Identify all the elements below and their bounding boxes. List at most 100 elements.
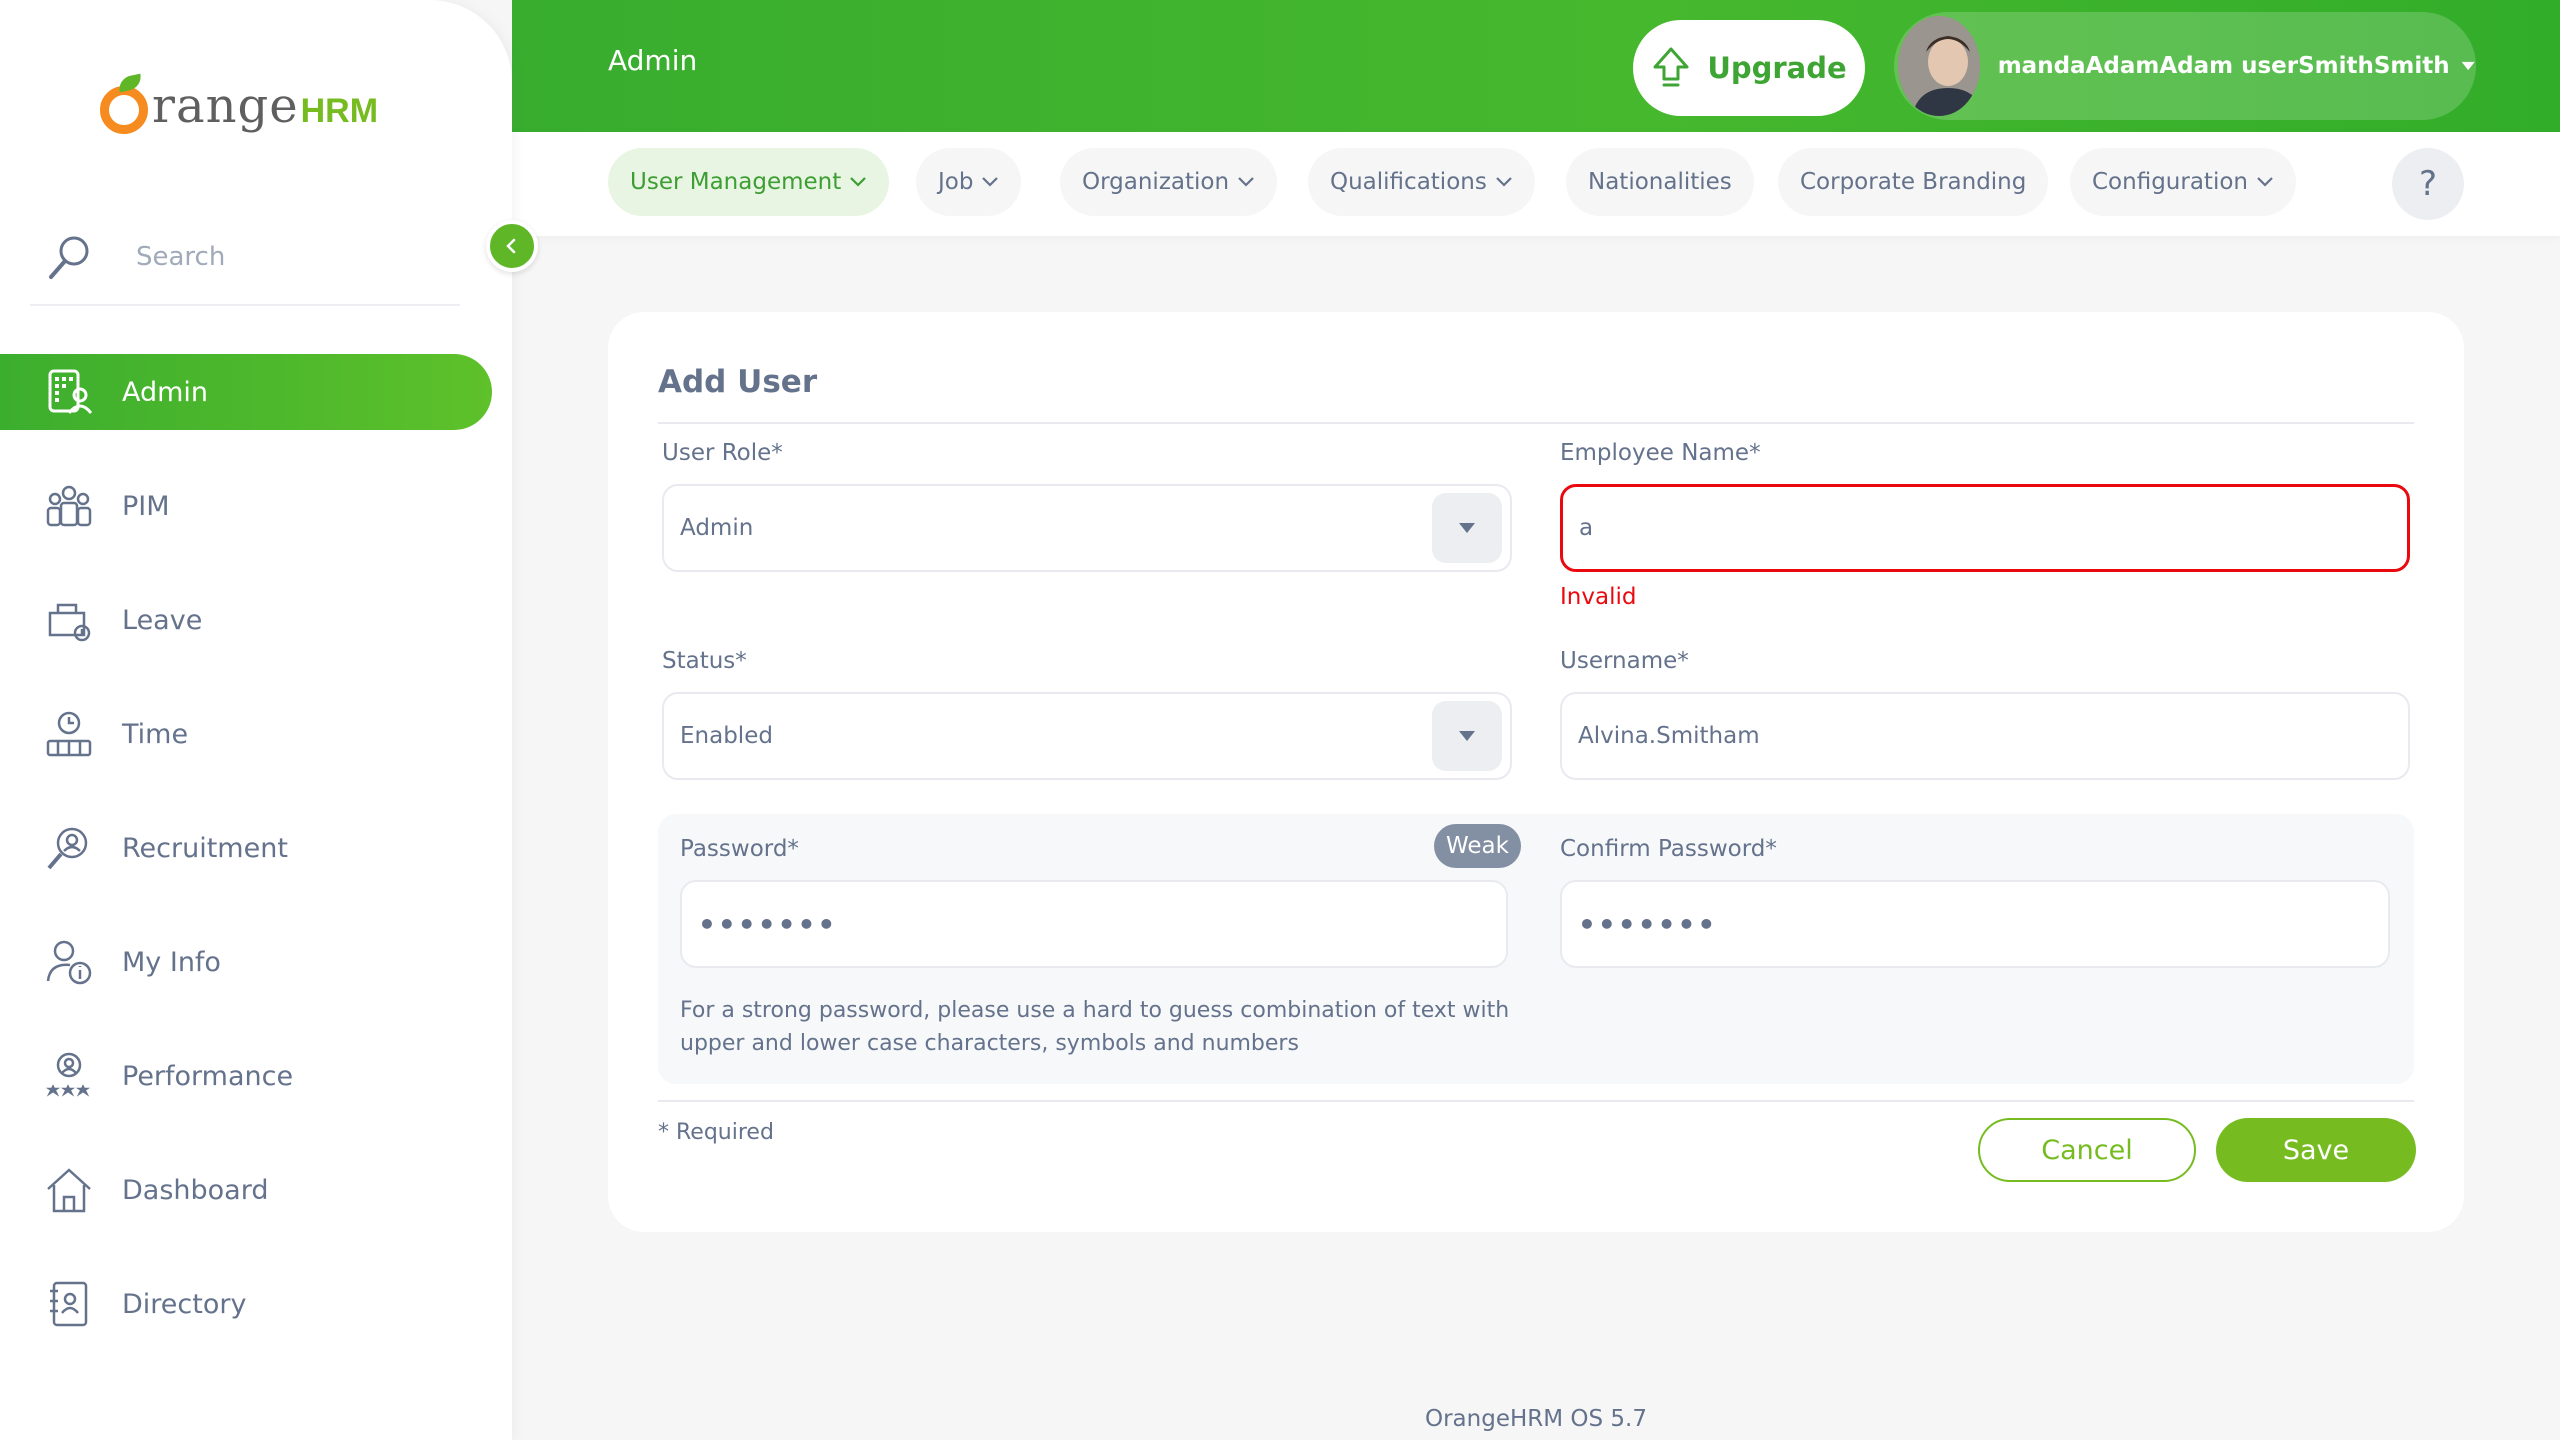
tab-label: Organization (1082, 169, 1230, 195)
password-input[interactable] (680, 880, 1508, 968)
admin-icon (48, 369, 93, 414)
user-dropdown[interactable]: mandaAdamAdam userSmithSmith (1894, 12, 2476, 120)
dashboard-icon (47, 1168, 91, 1213)
status-select[interactable]: Enabled (662, 692, 1512, 780)
tab-label: Qualifications (1330, 169, 1487, 195)
upgrade-label: Upgrade (1707, 51, 1847, 85)
tab-label: Configuration (2092, 169, 2248, 195)
save-button[interactable]: Save (2216, 1118, 2416, 1182)
tab-nationalities[interactable]: Nationalities (1566, 148, 1754, 216)
brand-logo[interactable]: range HRM (96, 56, 378, 136)
leave-icon (48, 603, 91, 642)
password-strength-badge: Weak (1434, 824, 1521, 868)
sidebar-item-my-info[interactable]: My Info (0, 924, 492, 1000)
sidebar-item-label: Performance (122, 1060, 294, 1092)
tab-label: Corporate Branding (1800, 169, 2027, 195)
upgrade-button[interactable]: Upgrade (1633, 20, 1865, 116)
tab-qualifications[interactable]: Qualifications (1308, 148, 1535, 216)
caret-down-icon (2461, 61, 2475, 71)
chevron-down-icon (982, 177, 999, 187)
search-icon (49, 236, 89, 279)
main-menu: Admin PIM Leave Time Recruitment My Info… (0, 354, 492, 1380)
sidebar-item-performance[interactable]: Performance (0, 1038, 492, 1114)
employee-name-input[interactable] (1560, 484, 2410, 572)
user-photo-icon (1898, 16, 1980, 116)
sidebar-item-dashboard[interactable]: Dashboard (0, 1152, 492, 1228)
password-label: Password* (680, 836, 799, 862)
footer-version: OrangeHRM OS 5.7 (1424, 1406, 1647, 1432)
tab-configuration[interactable]: Configuration (2070, 148, 2296, 216)
caret-down-icon (1432, 701, 1502, 771)
sidebar-item-pim[interactable]: PIM (0, 468, 492, 544)
time-icon (46, 711, 92, 757)
divider (658, 1100, 2414, 1102)
sidebar-item-directory[interactable]: Directory (0, 1266, 492, 1342)
sidebar-item-label: My Info (122, 946, 221, 978)
employee-name-error: Invalid (1560, 584, 1637, 610)
app-root: range HRM Admin (0, 0, 2560, 1440)
username-label: Username* (1560, 648, 1689, 674)
brand-word: range (152, 78, 299, 134)
tab-label: Job (938, 169, 974, 195)
sidebar-item-label: Recruitment (122, 832, 288, 864)
divider (658, 422, 2414, 424)
sidebar-item-label: Time (122, 718, 189, 750)
sidebar-item-label: PIM (122, 490, 170, 522)
password-hint-line: For a strong password, please use a hard… (680, 998, 1510, 1023)
brand-suffix: HRM (300, 92, 379, 130)
sidebar-item-label: Leave (122, 604, 203, 636)
tab-label: Nationalities (1588, 169, 1732, 195)
page-title: Admin (608, 44, 698, 77)
admin-subnav: User Management Job Organization Qualifi… (512, 132, 2560, 236)
status-label: Status* (662, 648, 747, 674)
cancel-button[interactable]: Cancel (1978, 1118, 2196, 1182)
add-user-card: Add User User Role* Admin Employee Name*… (608, 312, 2464, 1232)
tab-label: User Management (630, 169, 842, 195)
sidebar-item-recruitment[interactable]: Recruitment (0, 810, 492, 886)
orange-logo-icon (96, 73, 150, 136)
caret-down-icon (1432, 493, 1502, 563)
sidebar-item-admin[interactable]: Admin (0, 354, 492, 430)
confirm-password-input[interactable] (1560, 880, 2390, 968)
recruitment-icon (47, 827, 88, 870)
username-input[interactable] (1560, 692, 2410, 780)
user-role-value: Admin (680, 515, 754, 541)
password-hint-line: upper and lower case characters, symbols… (680, 1031, 1299, 1056)
sidebar-item-time[interactable]: Time (0, 696, 492, 772)
chevron-down-icon (850, 177, 867, 187)
user-role-label: User Role* (662, 440, 783, 466)
pim-icon (46, 485, 92, 527)
sidebar-item-label: Directory (122, 1288, 247, 1320)
tab-organization[interactable]: Organization (1060, 148, 1278, 216)
collapse-sidebar-button[interactable] (486, 220, 538, 272)
employee-name-label: Employee Name* (1560, 440, 1761, 466)
sidebar-item-label: Admin (122, 376, 209, 408)
directory-icon (50, 1281, 88, 1327)
sidebar-search (30, 210, 460, 306)
form-title: Add User (658, 364, 818, 400)
help-button[interactable]: ? (2392, 148, 2464, 220)
upgrade-arrow-icon (1653, 47, 1689, 87)
confirm-password-label: Confirm Password* (1560, 836, 1777, 862)
tab-job[interactable]: Job (916, 148, 1022, 216)
chevron-left-icon (506, 238, 516, 254)
performance-icon (45, 1052, 91, 1097)
required-note: * Required (658, 1120, 774, 1145)
sidebar-item-label: Dashboard (122, 1174, 269, 1206)
chevron-down-icon (2257, 177, 2273, 187)
status-value: Enabled (680, 723, 773, 749)
tab-user-management[interactable]: User Management (608, 148, 890, 216)
tab-corporate-branding[interactable]: Corporate Branding (1778, 148, 2049, 216)
chevron-down-icon (1238, 177, 1254, 187)
top-bar: Admin Upgrade mandaAdamAdam userSmithSmi… (512, 0, 2560, 132)
sidebar-item-leave[interactable]: Leave (0, 582, 492, 658)
my-info-icon (46, 940, 92, 985)
user-role-select[interactable]: Admin (662, 484, 1512, 572)
sidebar: range HRM Admin (0, 0, 512, 1440)
search-input[interactable] (136, 242, 436, 272)
user-name: mandaAdamAdam userSmithSmith (1997, 53, 2450, 79)
password-panel: Password* Weak Confirm Password* For a s… (658, 814, 2414, 1084)
password-hint: For a strong password, please use a hard… (680, 994, 1540, 1060)
avatar (1898, 16, 1980, 116)
chevron-down-icon (1496, 177, 1512, 187)
